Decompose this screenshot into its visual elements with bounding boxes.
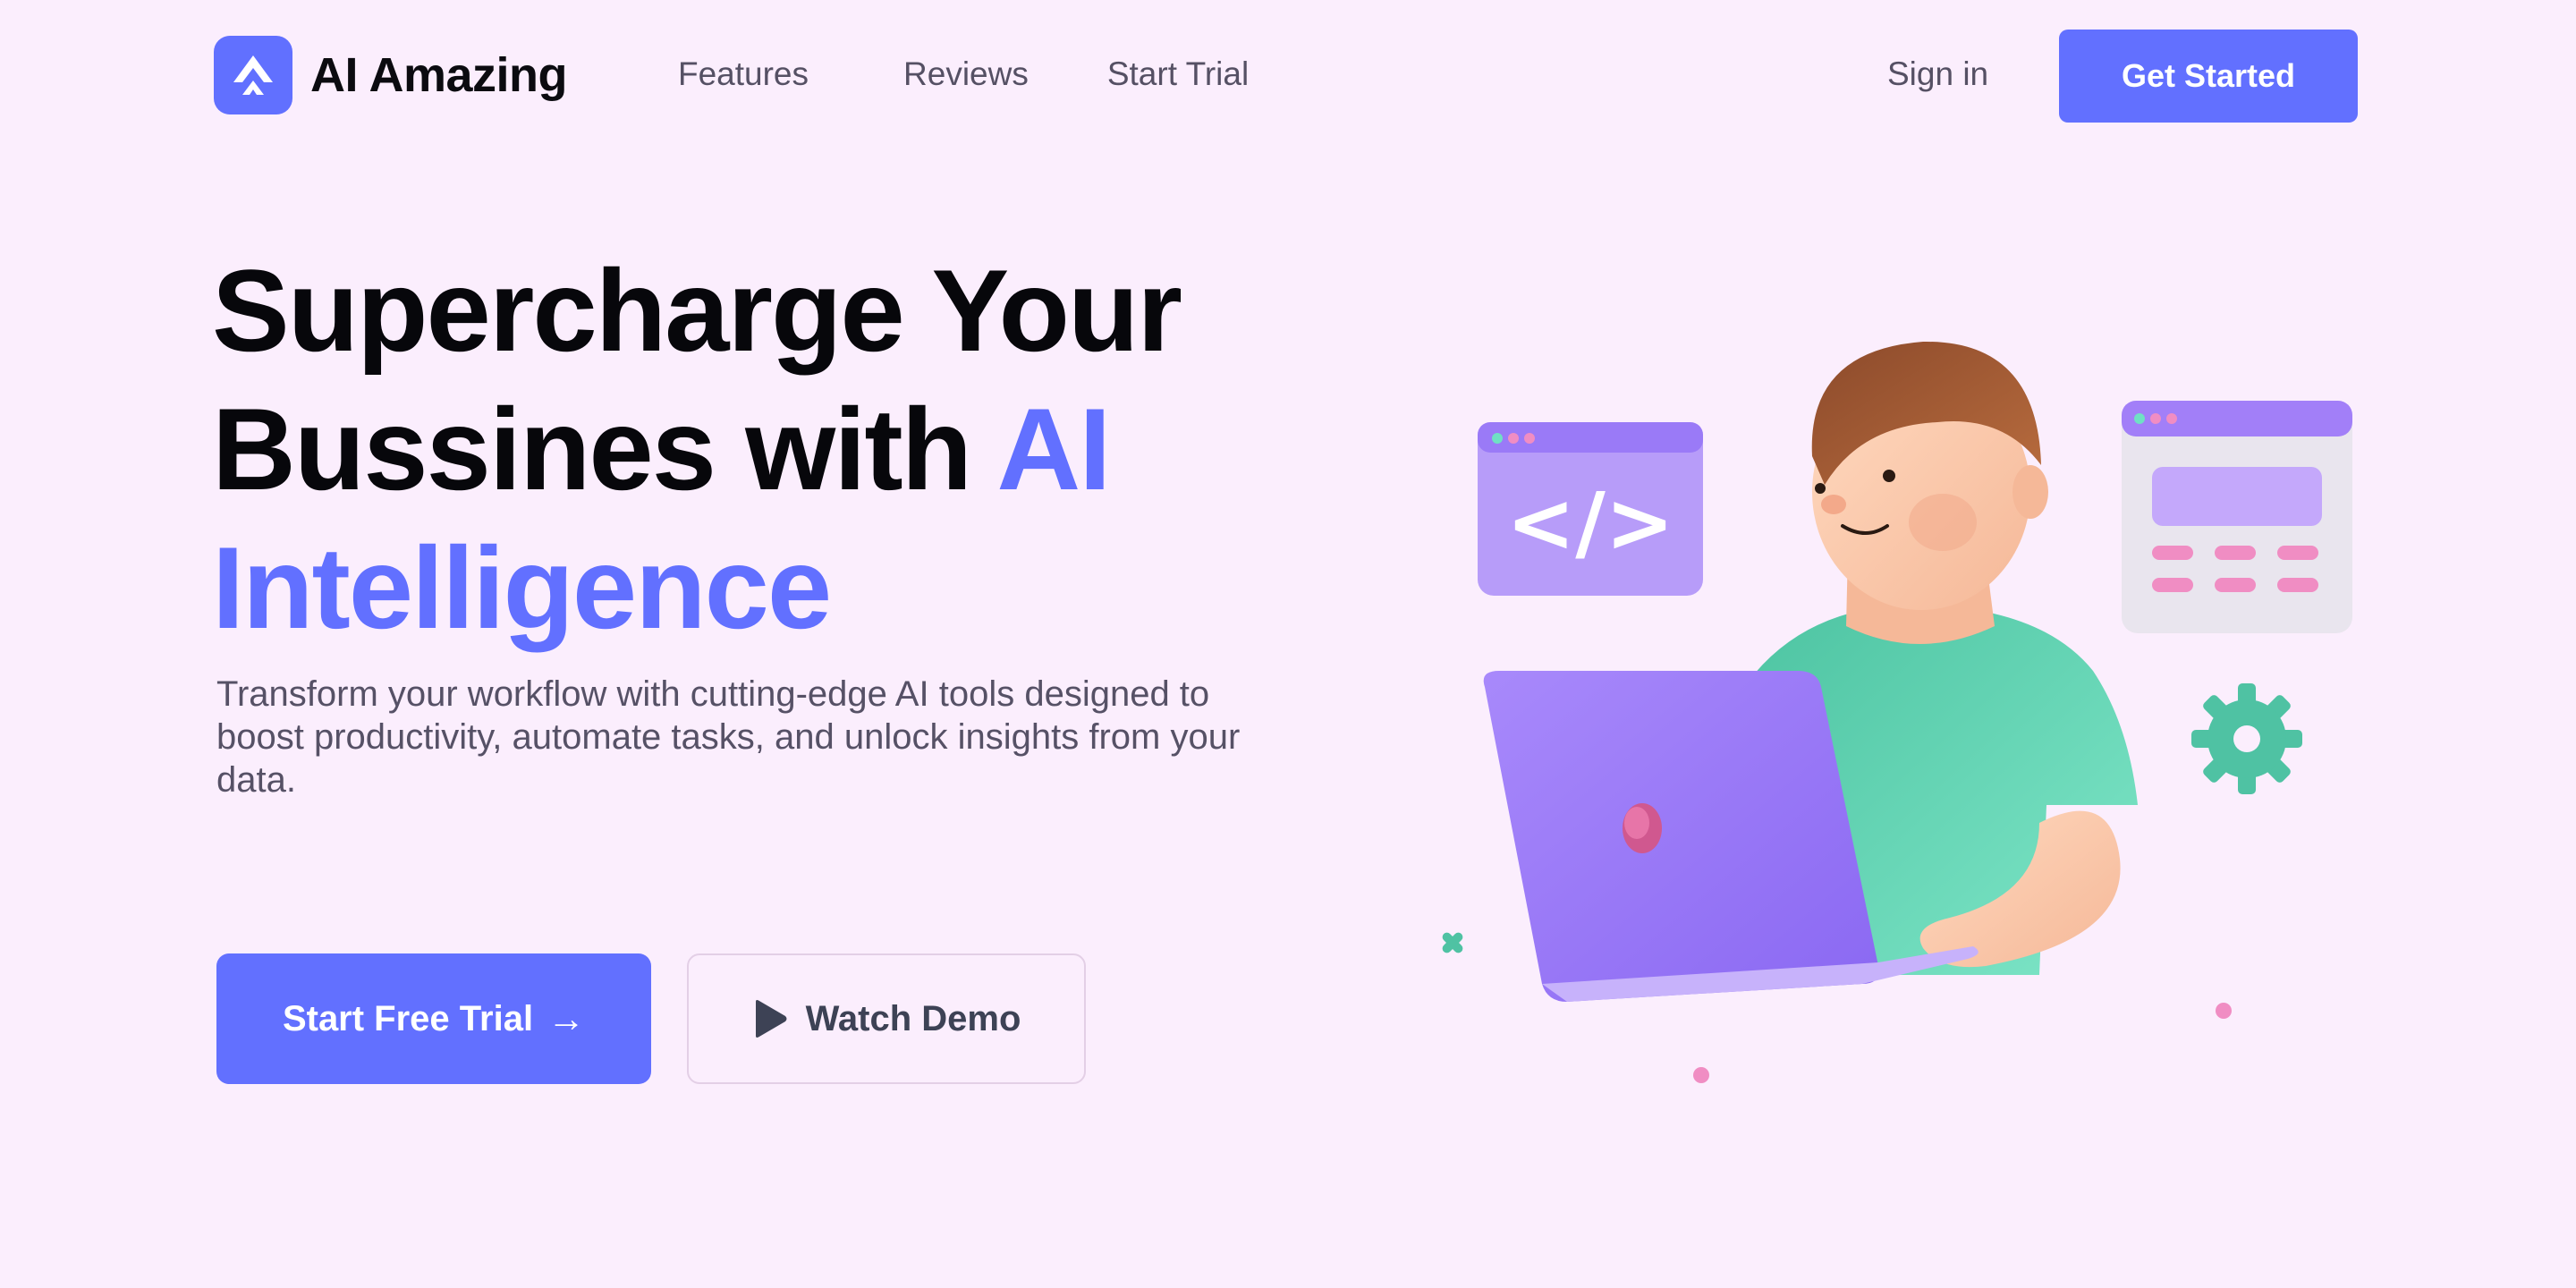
gear-icon [2191,683,2302,794]
play-icon [755,1000,787,1038]
headline-line-1: Supercharge Your [212,245,1182,376]
dot-decoration [1693,1067,1709,1083]
dashboard-window-card [2122,401,2352,633]
headline-accent-ai: AI [996,384,1111,514]
code-window-card: </> [1478,422,1703,596]
headline-line-2: Bussines with [212,384,997,514]
dot-decoration [2216,1003,2232,1019]
brand-name: AI Amazing [310,48,568,102]
hero-illustration: </> [1442,341,2352,1083]
watch-demo-label: Watch Demo [805,998,1021,1038]
nav-links: Features Reviews Start Trial [678,55,1249,93]
headline-accent-intelligence: Intelligence [212,522,832,653]
hero-subtext: Transform your workflow with cutting-edg… [216,674,1241,800]
sparkle-decoration [1442,932,1463,953]
get-started-button[interactable]: Get Started [2059,30,2358,123]
start-free-trial-label: Start Free Trial [282,998,534,1038]
start-free-trial-button[interactable]: Start Free Trial → [216,953,651,1084]
sign-in-link[interactable]: Sign in [1887,55,1988,93]
nav-link-start-trial[interactable]: Start Trial [1107,55,1249,93]
watch-demo-button[interactable]: Watch Demo [687,953,1086,1084]
hero-headline: Supercharge Your Bussines with AI Intell… [212,242,1375,657]
top-navigation: AI Amazing Features Reviews Start Trial … [0,0,2576,152]
nav-link-reviews[interactable]: Reviews [903,55,1029,93]
nav-link-features[interactable]: Features [678,55,809,93]
brand-logo[interactable]: AI Amazing [214,36,568,114]
logo-icon [214,36,292,114]
arrow-right-icon: → [547,997,586,1039]
code-symbol: </> [1506,475,1674,571]
